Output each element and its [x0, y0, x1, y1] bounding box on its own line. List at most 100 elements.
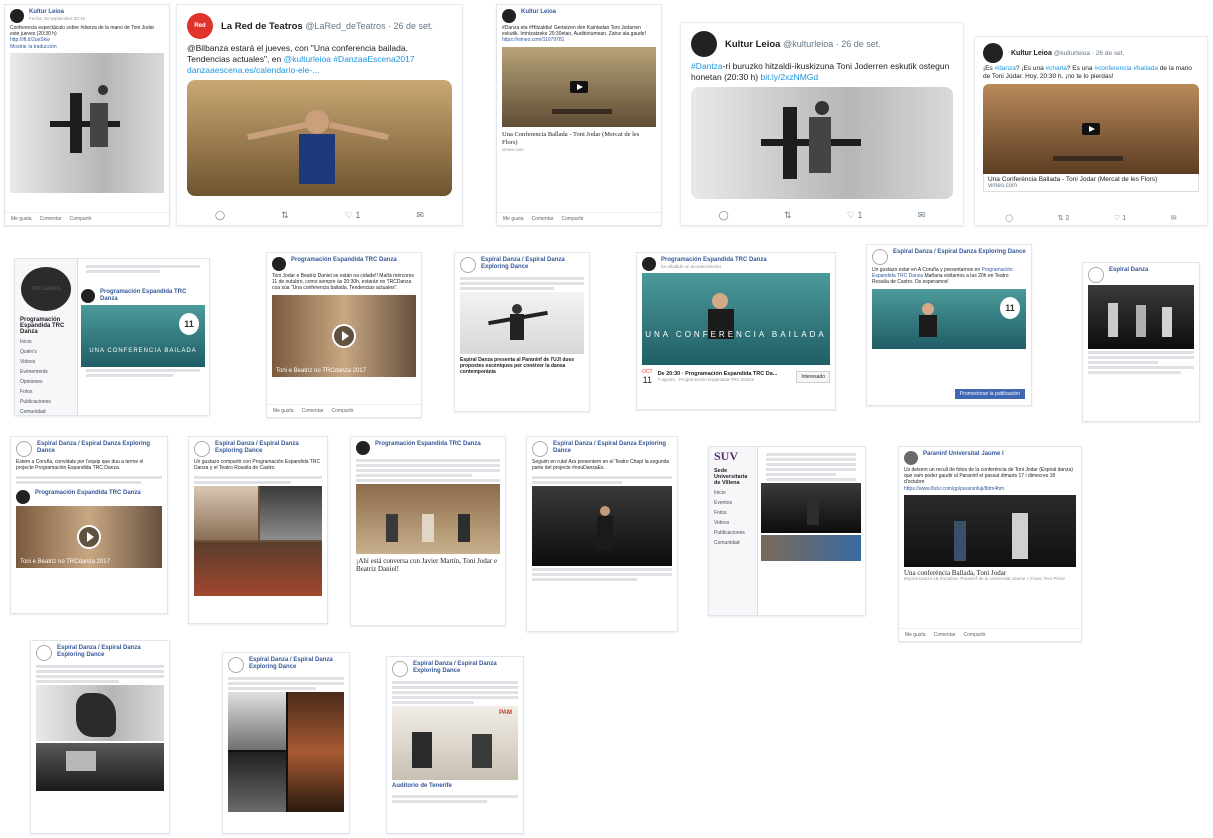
- avatar[interactable]: Red: [187, 13, 213, 39]
- avatar[interactable]: [872, 249, 888, 265]
- page-name[interactable]: Espiral Danza / Espiral Danza Exploring …: [481, 257, 584, 271]
- post-photo-grid[interactable]: [194, 486, 322, 597]
- hashtag-charla[interactable]: #charla: [1046, 65, 1067, 72]
- avatar[interactable]: [16, 441, 32, 457]
- account-handle[interactable]: @LaRed_deTeatros · 26 de set.: [305, 21, 433, 31]
- sidebar-item-opiniones[interactable]: Opiniones: [15, 377, 77, 387]
- page-name[interactable]: Espiral Danza / Espiral Danza Exploring …: [57, 645, 164, 659]
- page-logo[interactable]: SUV: [709, 447, 757, 466]
- retweet-icon[interactable]: ⇅: [281, 210, 289, 221]
- retweet-icon[interactable]: ⇅: [784, 210, 792, 221]
- video-thumbnail[interactable]: [356, 484, 500, 554]
- avatar[interactable]: [228, 657, 244, 673]
- play-icon[interactable]: [1082, 123, 1100, 135]
- sidebar-item-videos[interactable]: Videos: [15, 357, 77, 367]
- account-display-name[interactable]: Kultur Leioa: [1011, 50, 1052, 57]
- promote-button[interactable]: Promocionar la publicación: [954, 389, 1025, 399]
- video-thumbnail[interactable]: Toni e Beatriz no TRCdanza 2017: [16, 506, 162, 569]
- comment-button[interactable]: Comentar: [40, 216, 62, 222]
- post-link[interactable]: https://www.flickr.com/gp/paraninfuji/8d…: [904, 486, 1004, 492]
- post-photo-2[interactable]: [36, 743, 164, 791]
- tweet-hashtag[interactable]: #Dantza: [691, 61, 723, 71]
- hashtag-danza[interactable]: #danza: [995, 65, 1016, 72]
- avatar[interactable]: [1088, 267, 1104, 283]
- sidebar-item-comunidad[interactable]: Comunidad: [709, 538, 757, 548]
- page-name[interactable]: Sede Universitaria de Villena: [709, 466, 757, 488]
- video-title[interactable]: ¡Ahí está conversa con Javier Martín, To…: [351, 554, 505, 576]
- page-name[interactable]: Programación Espandida TRC Danza: [15, 315, 77, 337]
- page-name[interactable]: Programación Espandida TRC Danza: [375, 441, 481, 448]
- page-name[interactable]: Espiral Danza / Espiral Danza Exploring …: [249, 657, 344, 671]
- tweet-url[interactable]: bit.ly/2xzNMGd: [760, 72, 818, 82]
- page-name[interactable]: Paraninf Universitat Jaume I: [923, 451, 1004, 458]
- event-banner[interactable]: 11: [872, 288, 1026, 349]
- sidebar-item-inicio[interactable]: Inicio: [709, 488, 757, 498]
- sidebar-item-fotos[interactable]: Fotos: [709, 508, 757, 518]
- like-icon[interactable]: ♡ 1: [1114, 214, 1126, 222]
- page-name[interactable]: Kultur Leioa: [521, 9, 556, 16]
- account-name[interactable]: Kultur Leioa @kulturleioa · 26 de set.: [1011, 50, 1124, 57]
- video-thumbnail[interactable]: Toni e Beatriz no TRCdanza 2017: [272, 294, 416, 377]
- play-icon[interactable]: [332, 323, 356, 348]
- see-translation-link[interactable]: Mostrar la traducción: [10, 44, 57, 50]
- comment-button[interactable]: Comentar: [934, 632, 956, 638]
- page-name[interactable]: Espiral Danza / Espiral Danza Exploring …: [215, 441, 322, 455]
- event-banner[interactable]: UNA CONFERENCIA BAILADA: [642, 273, 830, 365]
- post-photo[interactable]: [532, 486, 672, 567]
- post-photo[interactable]: [1088, 285, 1194, 349]
- page-name[interactable]: Programación Espandida TRC Danza: [661, 257, 767, 264]
- comment-button[interactable]: Comentar: [302, 408, 324, 414]
- shared-page-name[interactable]: Programación Espandida TRC Danza: [35, 490, 141, 497]
- avatar[interactable]: [904, 451, 918, 465]
- post-photo[interactable]: [36, 685, 164, 741]
- avatar[interactable]: [81, 289, 95, 303]
- account-handle[interactable]: @kulturleioa · 26 de set.: [1054, 50, 1125, 57]
- like-button[interactable]: Me gusta: [273, 408, 294, 414]
- video-thumbnail[interactable]: [983, 84, 1199, 174]
- avatar[interactable]: [16, 490, 30, 505]
- like-icon[interactable]: ♡ 1: [847, 210, 863, 221]
- post-photo[interactable]: [761, 483, 861, 533]
- link-preview-title[interactable]: Una Conferencia Ballada - Toni Jodar (Me…: [502, 131, 656, 147]
- message-icon[interactable]: ✉: [1171, 214, 1177, 222]
- share-button[interactable]: Compartir: [964, 632, 986, 638]
- sidebar-item-fotos[interactable]: Fotos: [15, 387, 77, 397]
- reply-icon[interactable]: ◯: [719, 210, 729, 221]
- hashtag-conferencia[interactable]: #conferencia: [1094, 65, 1131, 72]
- like-button[interactable]: Me gusta: [503, 216, 524, 222]
- sidebar-item-quien[interactable]: Quién's: [15, 347, 77, 357]
- post-photo-grid[interactable]: [228, 692, 344, 812]
- page-name[interactable]: Espiral Danza / Espiral Danza Exploring …: [413, 661, 518, 675]
- comment-button[interactable]: Comentar: [532, 216, 554, 222]
- avatar[interactable]: [983, 43, 1003, 63]
- post-photo-2[interactable]: [761, 535, 861, 561]
- share-button[interactable]: Compartir: [562, 216, 584, 222]
- page-name[interactable]: Espiral Danza / Espiral Danza Exploring …: [37, 441, 162, 455]
- account-display-name[interactable]: Kultur Leioa: [725, 39, 780, 50]
- like-button[interactable]: Me gusta: [11, 216, 32, 222]
- video-thumbnail[interactable]: [502, 46, 656, 127]
- page-name[interactable]: Espiral Danza / Espiral Danza Exploring …: [553, 441, 672, 455]
- sidebar-item-videos[interactable]: Videos: [709, 518, 757, 528]
- sidebar-item-eventos[interactable]: Eventos: [709, 498, 757, 508]
- share-button[interactable]: Compartir: [70, 216, 92, 222]
- page-logo[interactable]: TRC DANZA: [21, 267, 71, 311]
- avatar[interactable]: [642, 257, 656, 271]
- post-link[interactable]: http://ift.tt/2ueSkw: [10, 37, 50, 43]
- hashtag-bailada[interactable]: #bailada: [1133, 65, 1158, 72]
- post-photo[interactable]: [10, 52, 164, 193]
- like-button[interactable]: Me gusta: [905, 632, 926, 638]
- avatar[interactable]: [36, 645, 52, 661]
- account-name[interactable]: La Red de Teatros @LaRed_deTeatros · 26 …: [221, 21, 433, 32]
- sidebar-item-publicaciones[interactable]: Publicaciones: [15, 397, 77, 407]
- link-card-title[interactable]: Una Conferència Ballada - Toni Jodar (Me…: [988, 176, 1194, 183]
- post-photo[interactable]: [460, 292, 584, 354]
- retweet-icon[interactable]: ⇅ 2: [1058, 214, 1070, 222]
- link-preview[interactable]: Una conferència Ballada, Toni Jodar Espi…: [899, 567, 1081, 585]
- message-icon[interactable]: ✉: [416, 210, 424, 221]
- post-author[interactable]: Programación Espandida TRC Danza: [100, 289, 205, 303]
- event-banner[interactable]: UNA CONFERENCIA BAILADA 11: [81, 305, 205, 367]
- like-icon[interactable]: ♡ 1: [345, 210, 361, 221]
- avatar[interactable]: [10, 9, 24, 23]
- shared-page-name[interactable]: Auditorio de Tenerife: [392, 783, 518, 790]
